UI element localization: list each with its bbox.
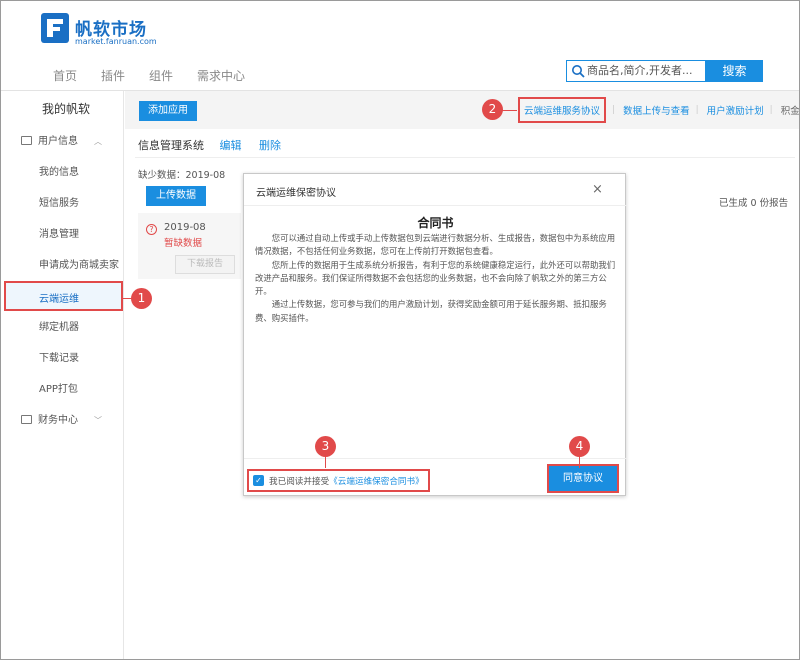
download-report-button[interactable]: 下载报告 [175, 255, 235, 274]
divider: | [769, 105, 773, 115]
sidebar-item-become-seller[interactable]: 申请成为商城卖家 [39, 256, 119, 271]
sidebar-group-user-label: 用户信息 [38, 136, 78, 147]
divider: | [612, 105, 616, 115]
search-box[interactable] [566, 60, 706, 82]
agree-checkbox-row[interactable]: ✓ 我已阅读并接受 《云端运维保密合同书》 [247, 469, 430, 492]
content-toolbar: 添加应用 云端运维服务协议 | 数据上传与查看 | 用户激励计划 | 积金: ¥… [125, 91, 800, 129]
folder-icon [21, 415, 32, 424]
marker-connector [579, 456, 580, 468]
system-name: 信息管理系统 [138, 139, 204, 152]
question-icon: ? [146, 224, 157, 235]
sidebar-item-cloud-ops[interactable]: 云端运维 [4, 281, 123, 311]
sidebar-title: 我的帆软 [42, 102, 91, 116]
marker-connector [501, 110, 517, 111]
logo-icon [41, 13, 69, 43]
contract-paragraph: 您可以通过自动上传或手动上传数据包到云端进行数据分析、生成报告，数据包中为系统应… [255, 233, 616, 257]
folder-icon [21, 136, 32, 145]
system-divider [135, 157, 795, 158]
sidebar-group-finance[interactable]: 财务中心 ﹀ [21, 411, 102, 426]
report-card: ? 2019-08 暂缺数据 下载报告 [138, 213, 241, 279]
step-marker-3: 3 [315, 436, 336, 457]
search-button[interactable]: 搜索 [706, 60, 763, 82]
sidebar-item-downloads[interactable]: 下载记录 [39, 349, 79, 364]
contract-link[interactable]: 《云端运维保密合同书》 [329, 475, 424, 487]
agree-checkbox[interactable]: ✓ [253, 475, 264, 486]
step-marker-1: 1 [131, 288, 152, 309]
marker-connector [325, 456, 326, 468]
credit-balance: 积金: ¥0 [780, 106, 800, 117]
step-marker-2: 2 [482, 99, 503, 120]
dialog-divider [244, 205, 627, 206]
sidebar-item-bind-machine[interactable]: 绑定机器 [39, 318, 79, 333]
contract-paragraph: 通过上传数据，您可参与我们的用户激励计划，获得奖励金额可用于延长服务期、抵扣服务… [255, 299, 607, 323]
report-status: 暂缺数据 [164, 238, 203, 249]
nav-requirements[interactable]: 需求中心 [197, 67, 245, 84]
sidebar: 我的帆软 用户信息 ︿ 我的信息 短信服务 消息管理 申请成为商城卖家 云端运维 … [1, 91, 124, 659]
nav-plugins[interactable]: 插件 [101, 67, 125, 84]
page-frame: 帆软市场 market.fanruan.com 首页 插件 组件 需求中心 搜索… [0, 0, 800, 660]
contract-body: 您可以通过自动上传或手动上传数据包到云端进行数据分析、生成报告，数据包中为系统应… [255, 232, 621, 325]
sidebar-group-finance-label: 财务中心 [38, 415, 78, 426]
contract-paragraph: 您所上传的数据用于生成系统分析报告，有利于您的系统健康稳定运行，此外还可以帮助我… [255, 259, 616, 297]
sidebar-item-app-pack[interactable]: APP打包 [39, 380, 78, 395]
search-icon [572, 65, 585, 78]
dialog-title: 云端运维保密协议 [256, 188, 336, 199]
logo[interactable]: 帆软市场 market.fanruan.com [41, 13, 157, 46]
search-input[interactable] [587, 64, 705, 77]
system-row: 信息管理系统 编辑 删除 [138, 137, 281, 153]
search-bar: 搜索 [566, 60, 763, 82]
dialog-footer-divider [244, 458, 627, 459]
report-date: 2019-08 [164, 222, 206, 233]
divider: | [695, 105, 699, 115]
chevron-up-icon: ︿ [94, 137, 102, 146]
sidebar-item-messages[interactable]: 消息管理 [39, 225, 79, 240]
nav-components[interactable]: 组件 [149, 67, 173, 84]
agree-text: 我已阅读并接受 [269, 476, 330, 487]
protocol-link[interactable]: 云端运维服务协议 [518, 97, 607, 123]
nav-home[interactable]: 首页 [53, 67, 77, 84]
incentive-link[interactable]: 用户激励计划 [707, 103, 764, 117]
add-app-button[interactable]: 添加应用 [139, 101, 197, 121]
agree-button[interactable]: 同意协议 [547, 464, 619, 493]
contract-heading: 合同书 [417, 216, 454, 230]
toolbar-links: 云端运维服务协议 | 数据上传与查看 | 用户激励计划 | 积金: ¥0 [518, 97, 800, 123]
logo-url: market.fanruan.com [75, 37, 157, 46]
sidebar-item-cloud-ops-label: 云端运维 [39, 294, 79, 305]
upload-data-button[interactable]: 上传数据 [146, 186, 206, 206]
step-marker-4: 4 [569, 436, 590, 457]
sidebar-item-my-info[interactable]: 我的信息 [39, 163, 79, 178]
generated-count: 已生成 0 份报告 [719, 198, 789, 209]
delete-link[interactable]: 删除 [259, 139, 281, 152]
edit-link[interactable]: 编辑 [220, 139, 242, 152]
missing-data-label: 缺少数据：2019-08 [138, 170, 226, 181]
chevron-down-icon: ﹀ [94, 416, 102, 425]
close-icon[interactable]: × [592, 182, 603, 197]
data-upload-link[interactable]: 数据上传与查看 [623, 103, 690, 117]
main-nav: 首页 插件 组件 需求中心 [53, 67, 269, 84]
sidebar-item-sms[interactable]: 短信服务 [39, 194, 79, 209]
sidebar-group-user[interactable]: 用户信息 ︿ [21, 132, 102, 147]
